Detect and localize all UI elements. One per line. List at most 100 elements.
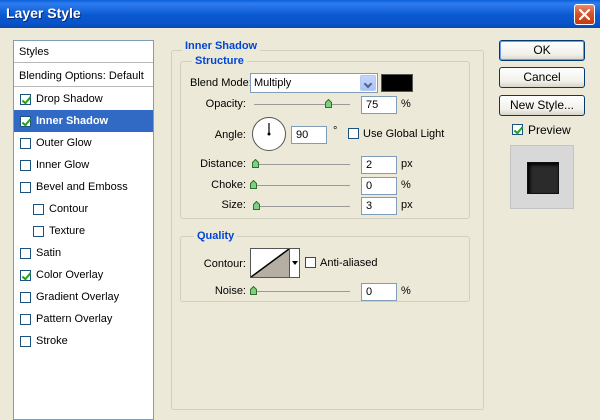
styles-header-label: Styles — [19, 45, 49, 58]
close-button[interactable] — [574, 4, 595, 25]
contour-checkbox[interactable] — [33, 203, 44, 215]
chevron-down-icon[interactable] — [360, 75, 376, 91]
style-item-label: Texture — [49, 225, 86, 237]
size-input[interactable]: 3 — [361, 197, 397, 215]
size-slider-thumb[interactable] — [253, 201, 260, 210]
close-icon — [579, 9, 590, 20]
inner-glow-checkbox[interactable] — [20, 159, 31, 171]
style-item-label: Stroke — [36, 335, 68, 347]
style-item-satin[interactable]: Satin — [14, 242, 153, 264]
choke-input[interactable]: 0 — [361, 177, 397, 195]
noise-unit: % — [401, 285, 411, 297]
opacity-unit: % — [401, 98, 411, 110]
style-item-inner-shadow[interactable]: Inner Shadow — [14, 110, 153, 132]
opacity-slider-thumb[interactable] — [325, 99, 332, 108]
style-item-contour[interactable]: Contour — [14, 198, 153, 220]
inner-shadow-title: Inner Shadow — [182, 40, 261, 52]
angle-value: 90 — [296, 129, 309, 141]
opacity-slider-track[interactable] — [254, 104, 350, 105]
blend-mode-select[interactable]: Multiply — [250, 73, 378, 93]
style-item-color-overlay[interactable]: Color Overlay — [14, 264, 153, 286]
quality-title: Quality — [194, 230, 238, 242]
structure-title: Structure — [192, 55, 247, 67]
contour-label: Contour: — [203, 258, 246, 270]
choke-label: Choke: — [211, 179, 246, 191]
noise-label: Noise: — [214, 285, 246, 297]
size-label: Size: — [221, 199, 246, 211]
size-unit: px — [401, 199, 413, 211]
blend-mode-value: Multiply — [254, 77, 292, 89]
style-item-label: Inner Shadow — [36, 115, 109, 127]
opacity-value: 75 — [366, 99, 379, 111]
choke-slider-track[interactable] — [254, 185, 350, 186]
choke-unit: % — [401, 179, 411, 191]
opacity-input[interactable]: 75 — [361, 96, 397, 114]
noise-value: 0 — [366, 286, 373, 298]
preview-label: Preview — [528, 123, 571, 137]
size-value: 3 — [366, 200, 373, 212]
satin-checkbox[interactable] — [20, 247, 31, 259]
choke-value: 0 — [366, 180, 373, 192]
shadow-color-swatch[interactable] — [381, 74, 413, 92]
style-item-label: Outer Glow — [36, 137, 92, 149]
bevel-and-emboss-checkbox[interactable] — [20, 181, 31, 193]
distance-value: 2 — [366, 159, 373, 171]
style-item-label: Inner Glow — [36, 159, 90, 171]
noise-slider-track[interactable] — [254, 291, 350, 292]
contour-curve-icon — [250, 248, 290, 278]
styles-list-header[interactable]: Styles — [14, 41, 153, 63]
size-slider-track[interactable] — [254, 206, 350, 207]
stroke-checkbox[interactable] — [20, 335, 31, 347]
outer-glow-checkbox[interactable] — [20, 137, 31, 149]
distance-input[interactable]: 2 — [361, 156, 397, 174]
style-preview — [510, 145, 574, 209]
contour-dropdown-button[interactable] — [290, 248, 300, 278]
style-item-outer-glow[interactable]: Outer Glow — [14, 132, 153, 154]
style-item-label: Drop Shadow — [36, 93, 103, 105]
new-style-button[interactable]: New Style... — [499, 95, 585, 116]
texture-checkbox[interactable] — [33, 225, 44, 237]
angle-indicator-icon — [267, 123, 271, 136]
anti-aliased-checkbox[interactable] — [305, 257, 316, 268]
angle-input[interactable]: 90 — [291, 126, 327, 144]
angle-dial[interactable] — [252, 117, 286, 151]
use-global-light-label: Use Global Light — [363, 128, 445, 140]
distance-slider-track[interactable] — [254, 164, 350, 165]
contour-preview[interactable] — [250, 248, 290, 278]
style-item-pattern-overlay[interactable]: Pattern Overlay — [14, 308, 153, 330]
style-preview-swatch — [527, 162, 559, 194]
style-item-label: Blending Options: Default — [19, 69, 144, 82]
choke-slider-thumb[interactable] — [250, 180, 257, 189]
drop-shadow-checkbox[interactable] — [20, 93, 31, 105]
distance-label: Distance: — [200, 158, 246, 170]
style-item-label: Contour — [49, 203, 89, 215]
angle-unit: ° — [333, 125, 338, 137]
distance-unit: px — [401, 158, 413, 170]
style-item-stroke[interactable]: Stroke — [14, 330, 153, 352]
style-item-gradient-overlay[interactable]: Gradient Overlay — [14, 286, 153, 308]
noise-input[interactable]: 0 — [361, 283, 397, 301]
color-overlay-checkbox[interactable] — [20, 269, 31, 281]
opacity-label: Opacity: — [205, 98, 246, 110]
style-item-blending-options[interactable]: Blending Options: Default — [14, 65, 153, 87]
style-item-drop-shadow[interactable]: Drop Shadow — [14, 88, 153, 110]
ok-button[interactable]: OK — [499, 40, 585, 61]
preview-checkbox[interactable] — [512, 124, 523, 135]
cancel-button[interactable]: Cancel — [499, 67, 585, 88]
style-item-label: Color Overlay — [36, 269, 104, 281]
style-item-inner-glow[interactable]: Inner Glow — [14, 154, 153, 176]
window-title: Layer Style — [6, 5, 81, 21]
use-global-light-checkbox[interactable] — [348, 128, 359, 139]
style-item-bevel-and-emboss[interactable]: Bevel and Emboss — [14, 176, 153, 198]
title-bar[interactable]: Layer Style — [0, 0, 600, 28]
noise-slider-thumb[interactable] — [250, 286, 257, 295]
style-item-label: Pattern Overlay — [36, 313, 113, 325]
inner-shadow-checkbox[interactable] — [20, 115, 31, 127]
pattern-overlay-checkbox[interactable] — [20, 313, 31, 325]
style-item-texture[interactable]: Texture — [14, 220, 153, 242]
angle-label: Angle: — [214, 129, 246, 141]
style-item-label: Bevel and Emboss — [36, 181, 128, 193]
styles-list: Styles Blending Options: Default Drop Sh… — [13, 40, 154, 420]
distance-slider-thumb[interactable] — [252, 159, 259, 168]
gradient-overlay-checkbox[interactable] — [20, 291, 31, 303]
